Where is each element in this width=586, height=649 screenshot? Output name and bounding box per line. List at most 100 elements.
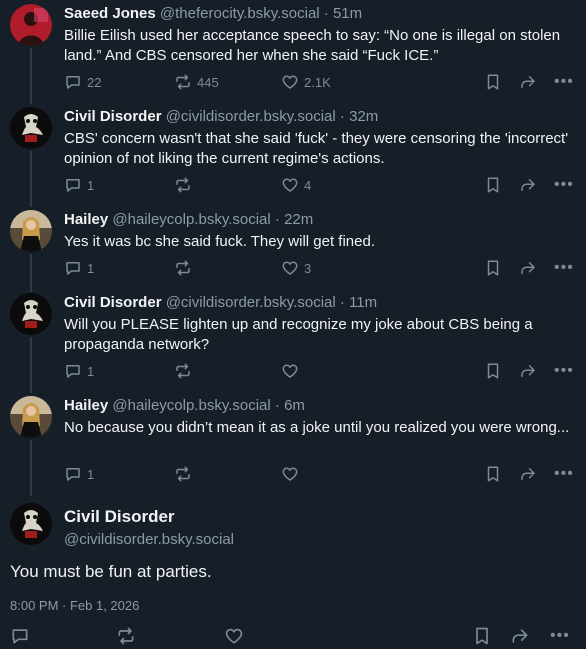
reply-button[interactable]: 22: [64, 72, 101, 92]
reply-icon: [66, 179, 80, 192]
reply-icon: [12, 629, 28, 644]
post-time[interactable]: 22m: [284, 211, 313, 228]
like-button[interactable]: 3: [281, 258, 311, 278]
avatar[interactable]: [10, 4, 52, 46]
repost-icon: [176, 177, 190, 193]
save-button[interactable]: [472, 626, 492, 646]
like-button[interactable]: [281, 361, 304, 381]
share-button[interactable]: [510, 626, 530, 646]
reply-button[interactable]: 1: [64, 464, 94, 484]
author-handle[interactable]: @haileycolp.bsky.social: [112, 211, 270, 228]
repost-button[interactable]: 445: [174, 72, 219, 92]
author-name[interactable]: Hailey: [64, 211, 108, 228]
heart-icon: [282, 467, 298, 481]
author-name[interactable]: Civil Disorder: [64, 108, 162, 125]
save-button[interactable]: [484, 258, 502, 278]
save-button[interactable]: [484, 72, 502, 92]
reply-icon: [66, 76, 80, 89]
repost-button[interactable]: [174, 175, 197, 195]
post-actions: 1 •••: [64, 464, 576, 484]
share-button[interactable]: [519, 361, 537, 381]
more-icon: •••: [554, 259, 574, 276]
repost-icon: [176, 466, 190, 482]
more-options-button[interactable]: •••: [554, 258, 574, 278]
repost-button[interactable]: [116, 626, 136, 646]
repost-icon: [118, 627, 134, 645]
like-button[interactable]: 2.1K: [281, 72, 331, 92]
author-name[interactable]: Civil Disorder: [64, 294, 162, 311]
like-count: 4: [304, 177, 312, 193]
like-button[interactable]: [281, 464, 304, 484]
share-icon: [521, 365, 535, 377]
thread-connector: [30, 440, 32, 496]
repost-icon: [176, 260, 190, 276]
post-actions: 1 4 •••: [64, 175, 576, 195]
author-name[interactable]: Saeed Jones: [64, 5, 156, 22]
repost-icon: [176, 363, 190, 379]
post-time[interactable]: 11m: [349, 294, 377, 311]
more-icon: •••: [554, 73, 574, 90]
share-icon: [521, 179, 535, 191]
like-count: 2.1K: [304, 74, 331, 90]
share-button[interactable]: [519, 464, 537, 484]
reply-button[interactable]: [10, 626, 30, 646]
reply-count: 1: [87, 260, 95, 276]
heart-icon: [282, 261, 298, 275]
reply-icon: [66, 468, 80, 481]
like-count: 3: [304, 260, 312, 276]
more-icon: •••: [554, 176, 574, 193]
more-options-button[interactable]: •••: [554, 72, 574, 92]
avatar[interactable]: [10, 396, 52, 438]
post-text: Billie Eilish used her acceptance speech…: [64, 27, 561, 64]
share-icon: [512, 629, 528, 643]
save-button[interactable]: [484, 175, 502, 195]
avatar[interactable]: [10, 503, 52, 545]
share-icon: [521, 468, 535, 480]
author-handle[interactable]: @civildisorder.bsky.social: [166, 108, 336, 125]
share-button[interactable]: [519, 175, 537, 195]
author-name[interactable]: Civil Disorder: [64, 507, 175, 527]
like-button[interactable]: 4: [281, 175, 311, 195]
reply-count: 1: [87, 177, 95, 193]
avatar[interactable]: [10, 107, 52, 149]
like-button[interactable]: [224, 626, 244, 646]
more-options-button[interactable]: •••: [554, 361, 574, 381]
thread-connector: [30, 254, 32, 292]
share-icon: [521, 262, 535, 274]
post-text: You must be fun at parties.: [10, 562, 212, 581]
avatar[interactable]: [10, 210, 52, 252]
save-button[interactable]: [484, 361, 502, 381]
post-actions: 22 445 2.1K •••: [64, 72, 576, 92]
repost-button[interactable]: [174, 464, 197, 484]
repost-button[interactable]: [174, 258, 197, 278]
more-options-button[interactable]: •••: [554, 464, 574, 484]
repost-button[interactable]: [174, 361, 197, 381]
more-icon: •••: [554, 465, 574, 482]
reply-button[interactable]: 1: [64, 361, 94, 381]
reply-button[interactable]: 1: [64, 258, 94, 278]
author-handle[interactable]: @haileycolp.bsky.social: [112, 397, 270, 414]
author-handle[interactable]: @civildisorder.bsky.social: [166, 294, 336, 311]
more-options-button[interactable]: •••: [550, 626, 570, 646]
share-button[interactable]: [519, 258, 537, 278]
more-options-button[interactable]: •••: [554, 175, 574, 195]
author-handle[interactable]: @theferocity.bsky.social: [160, 5, 320, 22]
more-icon: •••: [550, 627, 570, 644]
post-time[interactable]: 51m: [333, 5, 362, 22]
share-button[interactable]: [519, 72, 537, 92]
author-name[interactable]: Hailey: [64, 397, 108, 414]
reply-icon: [66, 262, 80, 275]
author-handle[interactable]: @civildisorder.bsky.social: [64, 531, 234, 548]
avatar[interactable]: [10, 293, 52, 335]
post-actions: 1 •••: [64, 361, 576, 381]
thread-connector: [30, 337, 32, 393]
thread-connector: [30, 151, 32, 207]
reply-count: 1: [87, 466, 95, 482]
save-button[interactable]: [484, 464, 502, 484]
post-time[interactable]: 6m: [284, 397, 305, 414]
post-time[interactable]: 32m: [349, 108, 378, 125]
repost-icon: [176, 74, 190, 90]
reply-count: 1: [87, 363, 95, 379]
heart-icon: [282, 364, 298, 378]
reply-button[interactable]: 1: [64, 175, 94, 195]
